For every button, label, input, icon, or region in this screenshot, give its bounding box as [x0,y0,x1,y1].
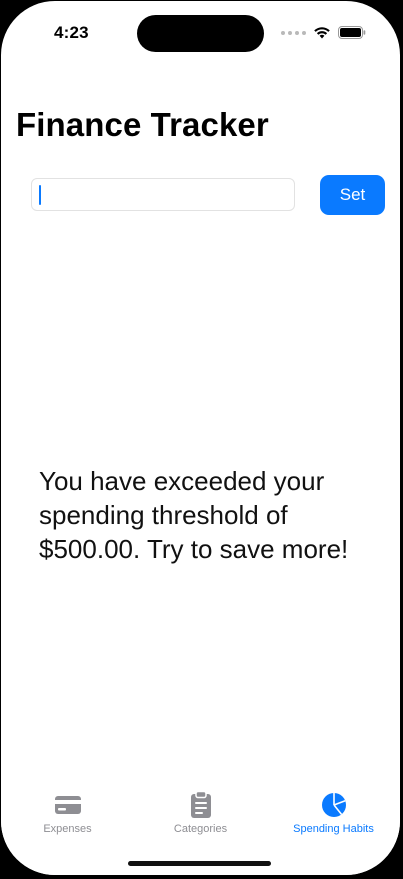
tab-expenses[interactable]: Expenses [1,791,134,835]
wifi-icon [314,27,330,39]
credit-card-icon [54,791,82,819]
tab-label: Expenses [43,823,92,835]
threshold-input[interactable] [31,178,295,211]
status-time: 4:23 [54,23,89,42]
set-button[interactable]: Set [320,175,385,215]
spending-warning-message: You have exceeded your spending threshol… [39,466,349,564]
tab-label: Spending Habits [293,823,374,835]
battery-icon [338,26,366,39]
device-frame: 4:23 Finance Tracker Set You have exceed… [0,0,403,879]
clipboard-icon [190,791,212,819]
status-indicators [281,26,366,39]
home-indicator[interactable] [128,861,271,866]
dynamic-island [137,15,264,52]
text-cursor [39,185,41,205]
cellular-signal-icon [281,30,306,35]
pie-chart-icon [321,791,347,819]
status-bar: 4:23 [1,1,400,61]
app-screen: 4:23 Finance Tracker Set You have exceed… [1,1,400,875]
tab-categories[interactable]: Categories [134,791,267,835]
tab-label: Categories [173,823,228,835]
tab-spending-habits[interactable]: Spending Habits [267,791,400,835]
page-title: Finance Tracker [16,106,269,143]
